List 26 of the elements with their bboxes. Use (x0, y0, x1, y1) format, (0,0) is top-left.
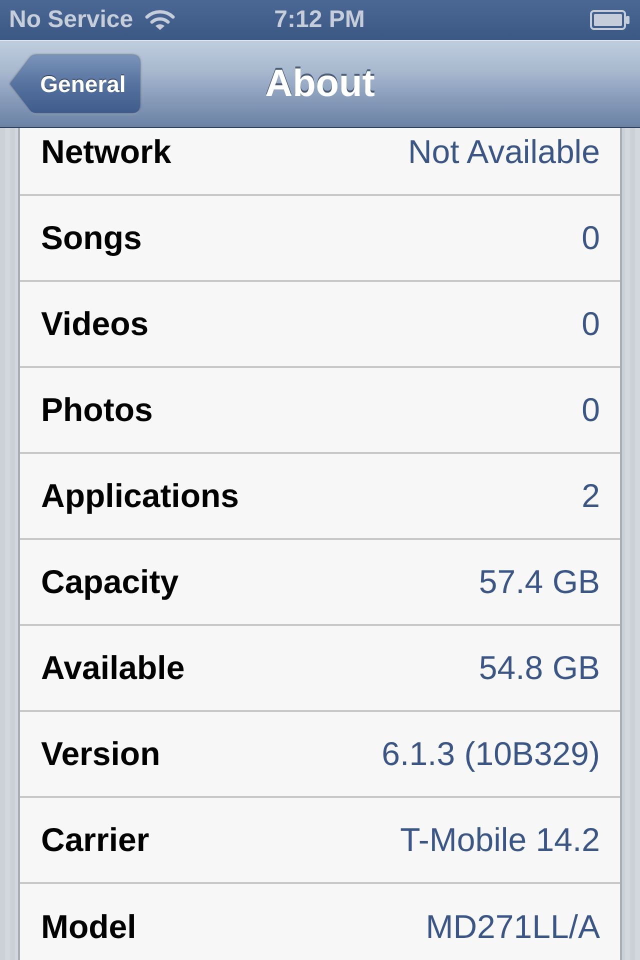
row-label: Capacity (41, 563, 179, 601)
row-label: Songs (41, 219, 142, 257)
clock-text: 7:12 PM (274, 6, 365, 34)
row-label: Network (41, 133, 172, 171)
row-label: Model (41, 908, 136, 946)
row-label: Available (41, 649, 185, 687)
row-value: T-Mobile 14.2 (400, 821, 600, 859)
nav-title: About (265, 62, 375, 107)
row-value: MD271LL/A (426, 908, 600, 946)
row-value: 57.4 GB (478, 563, 600, 601)
row-label: Applications (41, 477, 240, 515)
row-value: 6.1.3 (10B329) (382, 735, 600, 773)
row-value: Not Available (408, 133, 600, 171)
row-label: Videos (41, 305, 149, 343)
row-label: Carrier (41, 821, 150, 859)
row-value: 0 (582, 391, 600, 429)
row-value: 0 (582, 219, 600, 257)
row-value: 2 (582, 477, 600, 515)
carrier-text: No Service (9, 6, 134, 34)
row-value: 0 (582, 305, 600, 343)
wifi-icon (145, 9, 176, 31)
back-button[interactable]: General (10, 55, 140, 113)
row-value: 54.8 GB (478, 649, 600, 687)
row-label: Version (41, 735, 160, 773)
battery-icon (590, 10, 630, 30)
row-label: Photos (41, 391, 153, 429)
